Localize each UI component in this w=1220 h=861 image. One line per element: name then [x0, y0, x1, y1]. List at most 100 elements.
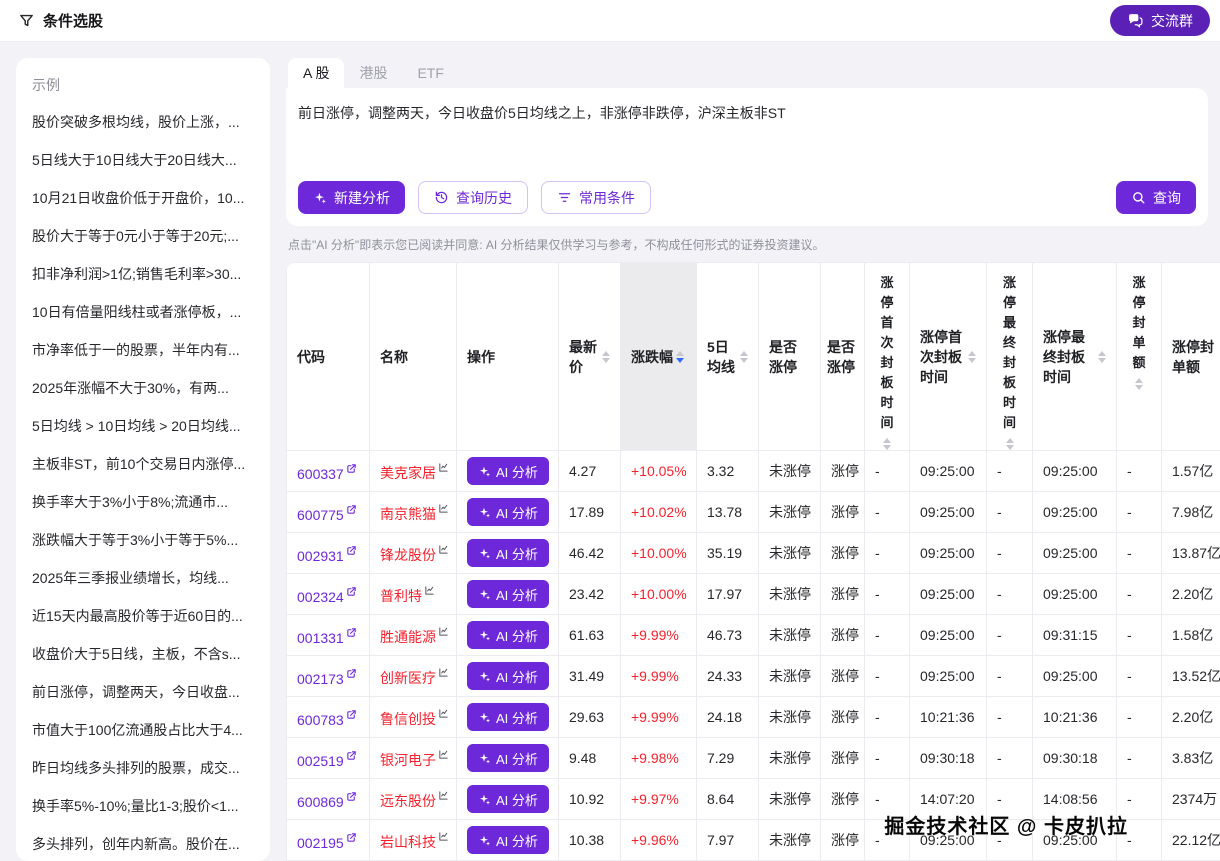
- stock-name-link[interactable]: 创新医疗: [380, 670, 449, 686]
- column-header-first_seal[interactable]: 涨停首次封板时间: [910, 263, 987, 451]
- column-header-price[interactable]: 最新价: [559, 263, 621, 451]
- stock-name-link[interactable]: 银河电子: [380, 752, 449, 768]
- stock-code-link[interactable]: 002519: [297, 753, 357, 769]
- sort-desc-icon[interactable]: [883, 445, 891, 450]
- sort-carets[interactable]: [740, 351, 748, 363]
- stock-name-link[interactable]: 胜通能源: [380, 629, 449, 645]
- sidebar-example-item[interactable]: 换手率5%-10%;量比1-3;股价<1...: [30, 787, 256, 825]
- stock-code-link[interactable]: 002195: [297, 835, 357, 851]
- sidebar-example-item[interactable]: 前日涨停，调整两天，今日收盘...: [30, 673, 256, 711]
- sidebar-example-item[interactable]: 扣非净利润>1亿;销售毛利率>30...: [30, 255, 256, 293]
- stock-name-link[interactable]: 普利特: [380, 588, 435, 604]
- cell-final_seal_sub: -: [987, 533, 1033, 574]
- community-group-button[interactable]: 交流群: [1110, 5, 1210, 36]
- ai-analysis-button[interactable]: AI 分析: [467, 539, 549, 567]
- ai-analysis-label: AI 分析: [496, 708, 538, 727]
- stock-code-link[interactable]: 002173: [297, 671, 357, 687]
- stock-name-link[interactable]: 锋龙股份: [380, 547, 449, 563]
- search-button[interactable]: 查询: [1116, 181, 1196, 214]
- stock-code-link[interactable]: 600775: [297, 507, 357, 523]
- ai-analysis-button[interactable]: AI 分析: [467, 457, 549, 485]
- sort-carets[interactable]: [883, 438, 891, 450]
- sort-carets[interactable]: [1135, 378, 1143, 390]
- stock-code-link[interactable]: 001331: [297, 630, 357, 646]
- sort-asc-icon[interactable]: [883, 438, 891, 443]
- column-header-seal_amount_sub[interactable]: 涨停封单额: [1117, 263, 1162, 451]
- sidebar-example-item[interactable]: 5日线大于10日线大于20日线大...: [30, 141, 256, 179]
- ai-analysis-button[interactable]: AI 分析: [467, 580, 549, 608]
- sidebar-example-item[interactable]: 市净率低于一的股票，半年内有...: [30, 331, 256, 369]
- stock-code-link[interactable]: 002324: [297, 589, 357, 605]
- sidebar-example-item[interactable]: 涨跌幅大于等于3%小于等于5%...: [30, 521, 256, 559]
- sidebar-example-item[interactable]: 多头排列，创年内新高。股价在...: [30, 825, 256, 861]
- tab-etf[interactable]: ETF: [402, 58, 458, 88]
- sidebar-example-item[interactable]: 收盘价大于5日线，主板，不含s...: [30, 635, 256, 673]
- sort-asc-icon[interactable]: [676, 351, 684, 356]
- ai-analysis-button[interactable]: AI 分析: [467, 498, 549, 526]
- column-header-action: 操作: [457, 263, 559, 451]
- sort-asc-icon[interactable]: [1098, 351, 1106, 356]
- column-header-ma5[interactable]: 5日均线: [697, 263, 759, 451]
- ai-analysis-button[interactable]: AI 分析: [467, 703, 549, 731]
- sidebar-example-item[interactable]: 10日有倍量阳线柱或者涨停板，...: [30, 293, 256, 331]
- sort-desc-icon[interactable]: [1098, 358, 1106, 363]
- sidebar-example-item[interactable]: 主板非ST，前10个交易日内涨停...: [30, 445, 256, 483]
- stock-name-link[interactable]: 岩山科技: [380, 834, 449, 850]
- stock-code-link[interactable]: 600869: [297, 794, 357, 810]
- ai-analysis-button[interactable]: AI 分析: [467, 744, 549, 772]
- column-header-seal_amount[interactable]: 涨停封单额: [1162, 263, 1220, 451]
- sidebar-example-item[interactable]: 昨日均线多头排列的股票，成交...: [30, 749, 256, 787]
- stock-code-link[interactable]: 600337: [297, 466, 357, 482]
- kline-chart-icon: [438, 788, 449, 804]
- sidebar-example-item[interactable]: 2025年涨幅不大于30%，有两...: [30, 369, 256, 407]
- query-history-button[interactable]: 查询历史: [418, 181, 528, 214]
- common-conditions-button[interactable]: 常用条件: [541, 181, 651, 214]
- new-analysis-button[interactable]: 新建分析: [298, 181, 405, 214]
- ai-analysis-button[interactable]: AI 分析: [467, 826, 549, 854]
- sort-asc-icon[interactable]: [1006, 438, 1014, 443]
- stock-name-link[interactable]: 美克家居: [380, 465, 449, 481]
- sort-carets[interactable]: [602, 351, 610, 363]
- sidebar-example-item[interactable]: 换手率大于3%小于8%;流通市...: [30, 483, 256, 521]
- sidebar-example-item[interactable]: 2025年三季报业绩增长，均线...: [30, 559, 256, 597]
- cell-final_seal: 09:25:00: [1033, 451, 1117, 492]
- sidebar-example-item[interactable]: 5日均线 > 10日均线 > 20日均线...: [30, 407, 256, 445]
- tab-a-share[interactable]: A 股: [288, 58, 344, 88]
- stock-name-link[interactable]: 鲁信创投: [380, 711, 449, 727]
- sort-desc-icon[interactable]: [676, 358, 684, 363]
- stock-code-link[interactable]: 600783: [297, 712, 357, 728]
- column-header-final_seal[interactable]: 涨停最终封板时间: [1033, 263, 1117, 451]
- stock-name-link[interactable]: 南京熊猫: [380, 506, 449, 522]
- sort-asc-icon[interactable]: [602, 351, 610, 356]
- stock-code-link[interactable]: 002931: [297, 548, 357, 564]
- stock-name-link[interactable]: 远东股份: [380, 793, 449, 809]
- history-clock-icon: [434, 190, 449, 205]
- column-header-final_seal_sub[interactable]: 涨停最终封板时间: [987, 263, 1033, 451]
- sort-carets[interactable]: [968, 351, 976, 363]
- sidebar-example-item[interactable]: 市值大于100亿流通股占比大于4...: [30, 711, 256, 749]
- ai-analysis-button[interactable]: AI 分析: [467, 662, 549, 690]
- ai-analysis-button[interactable]: AI 分析: [467, 785, 549, 813]
- cell-name: 鲁信创投: [370, 697, 457, 738]
- sidebar-example-item[interactable]: 股价大于等于0元小于等于20元;...: [30, 217, 256, 255]
- sort-carets[interactable]: [1098, 351, 1106, 363]
- query-input[interactable]: 前日涨停，调整两天，今日收盘价5日均线之上，非涨停非跌停，沪深主板非ST: [298, 103, 1196, 181]
- sort-desc-icon[interactable]: [1006, 445, 1014, 450]
- sort-desc-icon[interactable]: [968, 358, 976, 363]
- column-header-first_seal_sub[interactable]: 涨停首次封板时间: [865, 263, 910, 451]
- column-header-change[interactable]: 涨跌幅: [621, 263, 697, 451]
- cell-limit_flag: 涨停: [821, 574, 865, 615]
- sort-desc-icon[interactable]: [1135, 385, 1143, 390]
- sidebar-example-item[interactable]: 近15天内最高股价等于近60日的...: [30, 597, 256, 635]
- ai-analysis-button[interactable]: AI 分析: [467, 621, 549, 649]
- sort-asc-icon[interactable]: [1135, 378, 1143, 383]
- sort-carets[interactable]: [676, 351, 684, 363]
- sort-asc-icon[interactable]: [968, 351, 976, 356]
- sort-carets[interactable]: [1006, 438, 1014, 450]
- sort-asc-icon[interactable]: [740, 351, 748, 356]
- sidebar-example-item[interactable]: 10月21日收盘价低于开盘价，10...: [30, 179, 256, 217]
- sort-desc-icon[interactable]: [602, 358, 610, 363]
- tab-hk[interactable]: 港股: [344, 58, 402, 88]
- sidebar-example-item[interactable]: 股价突破多根均线，股价上涨，...: [30, 103, 256, 141]
- sort-desc-icon[interactable]: [740, 358, 748, 363]
